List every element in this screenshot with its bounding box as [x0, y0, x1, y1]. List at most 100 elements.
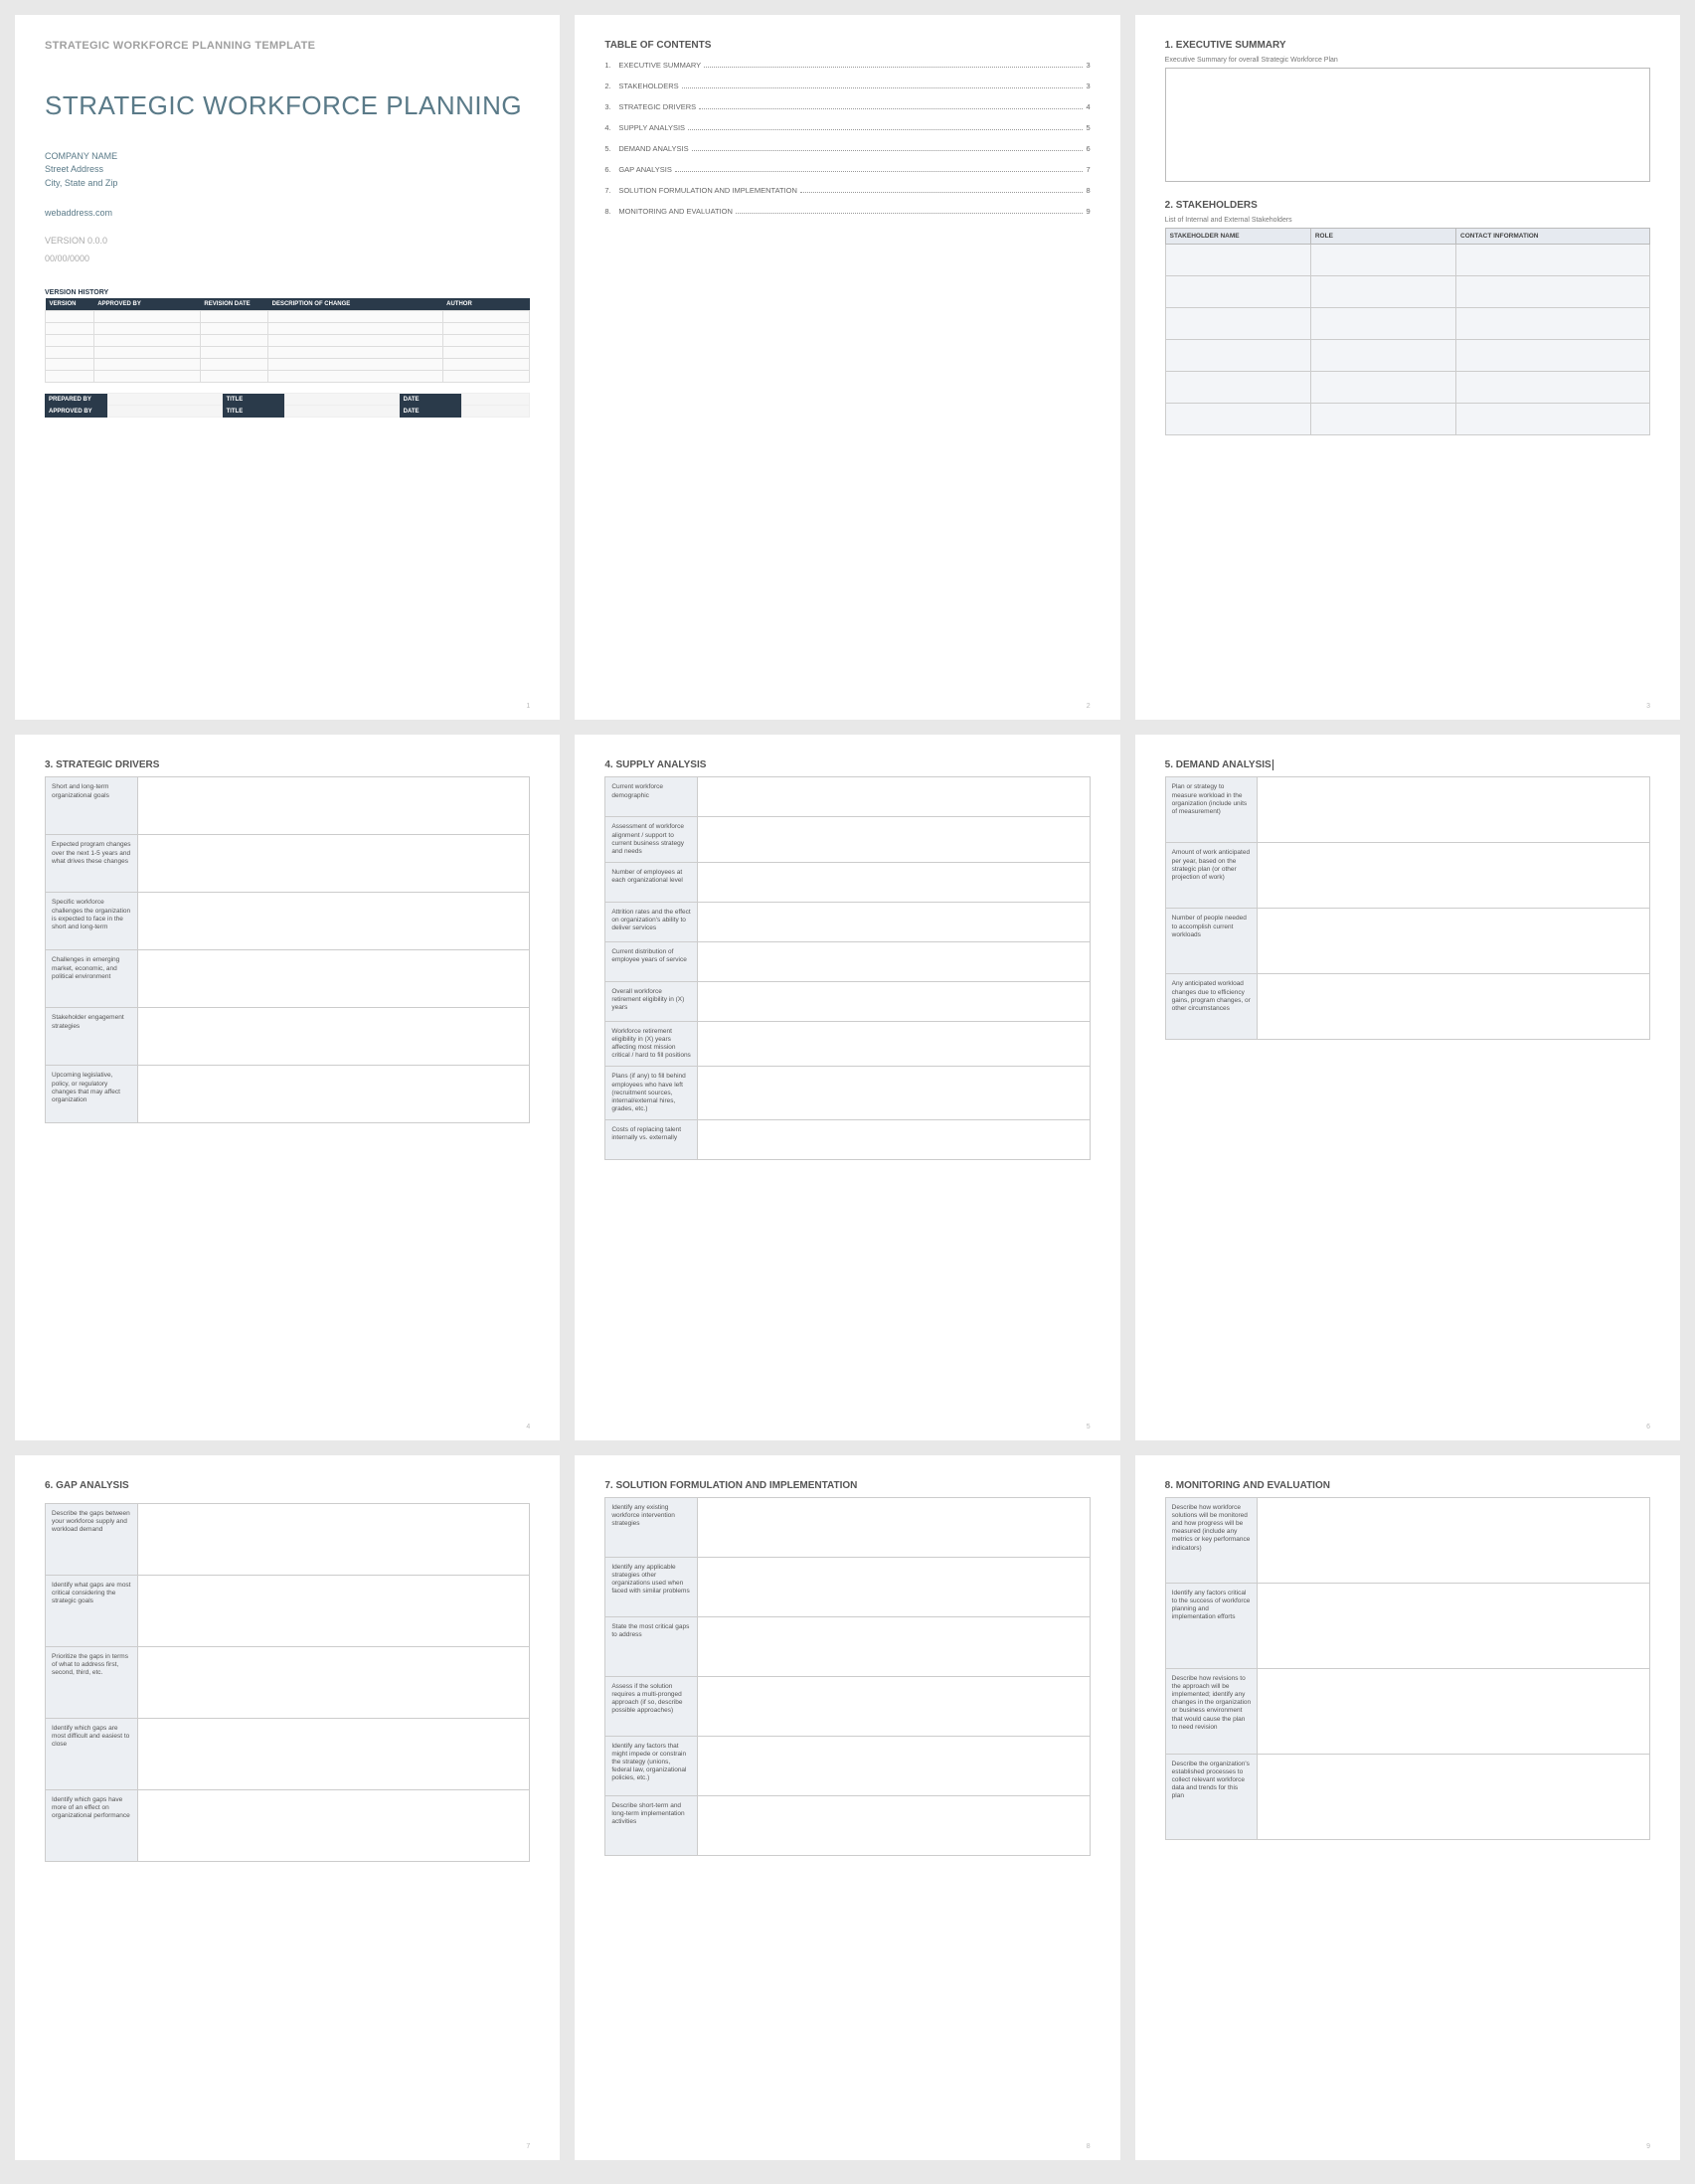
- prompt-value[interactable]: [137, 1718, 530, 1789]
- prompt-value[interactable]: [137, 835, 530, 893]
- table-row: [46, 371, 530, 383]
- drivers-table: Short and long-term organizational goals…: [45, 776, 530, 1123]
- exec-box[interactable]: [1165, 68, 1650, 182]
- prompt-value[interactable]: [697, 1676, 1090, 1736]
- toc-text: SUPPLY ANALYSIS: [618, 123, 685, 132]
- table-row: [46, 359, 530, 371]
- prompt-value[interactable]: [1258, 1583, 1650, 1668]
- prompt-label: Assess if the solution requires a multi-…: [605, 1676, 698, 1736]
- table-row: Specific workforce challenges the organi…: [46, 893, 530, 950]
- prompt-value[interactable]: [697, 1021, 1090, 1067]
- prompt-value[interactable]: [697, 941, 1090, 981]
- toc-row: 7.SOLUTION FORMULATION AND IMPLEMENTATIO…: [604, 186, 1090, 195]
- toc-dots: [682, 87, 1084, 88]
- prompt-value[interactable]: [697, 1557, 1090, 1616]
- prompt-label: Plans (if any) to fill behind employees …: [605, 1067, 698, 1120]
- prompt-label: Prioritize the gaps in terms of what to …: [46, 1646, 138, 1718]
- prompt-value[interactable]: [697, 1616, 1090, 1676]
- toc-dots: [675, 171, 1084, 172]
- toc-num: 2.: [604, 82, 618, 90]
- table-row: Costs of replacing talent internally vs.…: [605, 1120, 1090, 1160]
- prompt-value[interactable]: [1258, 1497, 1650, 1583]
- prompt-value[interactable]: [697, 817, 1090, 863]
- table-row: Identify which gaps are most difficult a…: [46, 1718, 530, 1789]
- table-row: [1165, 404, 1649, 435]
- prompt-value[interactable]: [1258, 777, 1650, 843]
- page-7: 6. GAP ANALYSIS Describe the gaps betwee…: [15, 1455, 560, 2160]
- table-row: Workforce retirement eligibility in (X) …: [605, 1021, 1090, 1067]
- table-row: Describe how revisions to the approach w…: [1165, 1668, 1649, 1754]
- monitor-heading: 8. MONITORING AND EVALUATION: [1165, 1480, 1650, 1491]
- prompt-label: Amount of work anticipated per year, bas…: [1165, 843, 1258, 909]
- table-row: Identify any factors critical to the suc…: [1165, 1583, 1649, 1668]
- prompt-value[interactable]: [697, 1795, 1090, 1855]
- prompt-label: Identify any applicable strategies other…: [605, 1557, 698, 1616]
- date-line: 00/00/0000: [45, 253, 530, 263]
- prompt-value[interactable]: [137, 1008, 530, 1066]
- prompt-value[interactable]: [137, 1646, 530, 1718]
- toc-row: 1.EXECUTIVE SUMMARY3: [604, 61, 1090, 70]
- toc-page: 6: [1086, 144, 1090, 153]
- prompt-value[interactable]: [137, 1066, 530, 1123]
- prompt-value[interactable]: [1258, 974, 1650, 1040]
- title-label2: TITLE: [222, 406, 284, 418]
- prompt-value[interactable]: [137, 950, 530, 1008]
- solution-heading: 7. SOLUTION FORMULATION AND IMPLEMENTATI…: [604, 1480, 1090, 1491]
- prompt-value[interactable]: [137, 1503, 530, 1575]
- prompt-value[interactable]: [697, 777, 1090, 817]
- prompt-value[interactable]: [137, 777, 530, 835]
- toc-page: 4: [1086, 102, 1090, 111]
- approved-by-label: APPROVED BY: [45, 406, 107, 418]
- prompt-value[interactable]: [697, 981, 1090, 1021]
- table-row: Any anticipated workload changes due to …: [1165, 974, 1649, 1040]
- prompt-value[interactable]: [137, 893, 530, 950]
- table-row: Describe short-term and long-term implem…: [605, 1795, 1090, 1855]
- document-header: STRATEGIC WORKFORCE PLANNING TEMPLATE: [45, 40, 530, 52]
- prompt-value[interactable]: [1258, 1754, 1650, 1839]
- prompt-label: Upcoming legislative, policy, or regulat…: [46, 1066, 138, 1123]
- prompt-label: Overall workforce retirement eligibility…: [605, 981, 698, 1021]
- prompt-value[interactable]: [1258, 843, 1650, 909]
- page-6: 5. DEMAND ANALYSIS Plan or strategy to m…: [1135, 735, 1680, 1439]
- prompt-value[interactable]: [137, 1789, 530, 1861]
- prompt-value[interactable]: [697, 902, 1090, 941]
- prompt-value[interactable]: [137, 1575, 530, 1646]
- version-line: VERSION 0.0.0: [45, 236, 530, 246]
- toc-page: 5: [1086, 123, 1090, 132]
- page-3: 1. EXECUTIVE SUMMARY Executive Summary f…: [1135, 15, 1680, 720]
- vh-col-author: AUTHOR: [442, 298, 530, 311]
- supply-heading: 4. SUPPLY ANALYSIS: [604, 759, 1090, 770]
- prompt-value[interactable]: [697, 1067, 1090, 1120]
- date-label: DATE: [399, 394, 461, 406]
- prompt-label: Plan or strategy to measure workload in …: [1165, 777, 1258, 843]
- toc-page: 9: [1086, 207, 1090, 216]
- prompt-label: Identify any factors that might impede o…: [605, 1736, 698, 1795]
- table-row: Number of people needed to accomplish cu…: [1165, 909, 1649, 974]
- toc-num: 7.: [604, 186, 618, 195]
- prompt-value[interactable]: [697, 1736, 1090, 1795]
- prompt-value[interactable]: [697, 1120, 1090, 1160]
- prompt-value[interactable]: [697, 1497, 1090, 1557]
- prompt-value[interactable]: [697, 862, 1090, 902]
- toc-dots: [704, 67, 1083, 68]
- page-5: 4. SUPPLY ANALYSIS Current workforce dem…: [575, 735, 1119, 1439]
- company-city: City, State and Zip: [45, 177, 530, 191]
- prompt-label: Identify what gaps are most critical con…: [46, 1575, 138, 1646]
- stake-heading: 2. STAKEHOLDERS: [1165, 200, 1650, 211]
- toc-text: GAP ANALYSIS: [618, 165, 672, 174]
- prompt-value[interactable]: [1258, 1668, 1650, 1754]
- version-history-title: VERSION HISTORY: [45, 289, 530, 296]
- table-row: Upcoming legislative, policy, or regulat…: [46, 1066, 530, 1123]
- company-name: COMPANY NAME: [45, 150, 530, 164]
- prompt-value[interactable]: [1258, 909, 1650, 974]
- page-2: TABLE OF CONTENTS 1.EXECUTIVE SUMMARY32.…: [575, 15, 1119, 720]
- toc-list: 1.EXECUTIVE SUMMARY32.STAKEHOLDERS33.STR…: [604, 61, 1090, 228]
- table-row: Stakeholder engagement strategies: [46, 1008, 530, 1066]
- date-label2: DATE: [399, 406, 461, 418]
- table-row: [46, 335, 530, 347]
- prompt-label: Current distribution of employee years o…: [605, 941, 698, 981]
- prompt-label: Any anticipated workload changes due to …: [1165, 974, 1258, 1040]
- toc-text: SOLUTION FORMULATION AND IMPLEMENTATION: [618, 186, 797, 195]
- prompt-label: Expected program changes over the next 1…: [46, 835, 138, 893]
- toc-row: 8.MONITORING AND EVALUATION9: [604, 207, 1090, 216]
